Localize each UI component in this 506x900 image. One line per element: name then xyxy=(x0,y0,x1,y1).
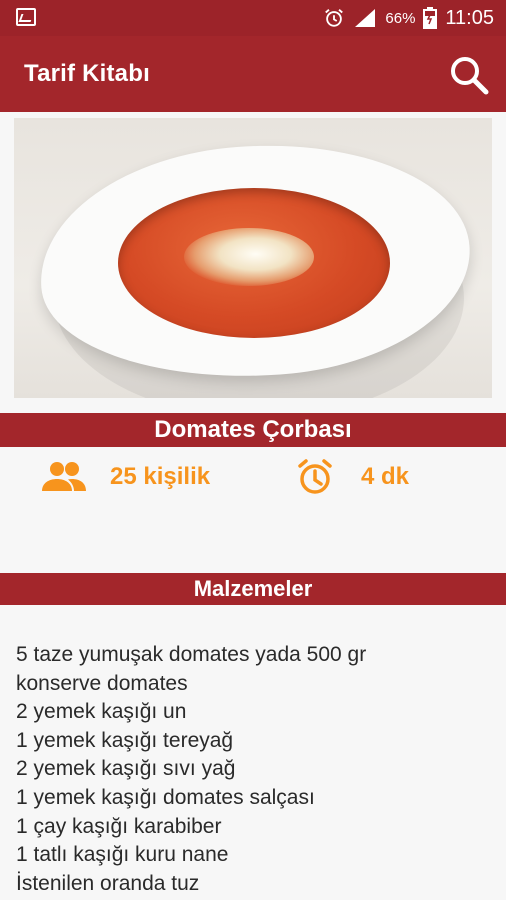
gallery-notification-icon xyxy=(16,8,36,26)
status-bar: 66% 11:05 xyxy=(0,0,506,36)
ingredient-line: 2 yemek kaşığı sıvı yağ xyxy=(16,757,236,781)
status-right: 66% 11:05 xyxy=(323,0,494,36)
search-button[interactable] xyxy=(448,54,490,96)
ingredient-line: 1 yemek kaşığı domates salçası xyxy=(16,785,315,809)
ingredients-heading: Malzemeler xyxy=(0,573,506,605)
alarm-clock-icon xyxy=(298,459,332,494)
ingredient-line: konserve domates xyxy=(16,671,188,695)
ingredients-list: 5 taze yumuşak domates yada 500 gr konse… xyxy=(16,641,496,898)
ingredient-line: 1 yemek kaşığı tereyağ xyxy=(16,728,234,752)
duration-label: 4 dk xyxy=(361,463,410,490)
app-title: Tarif Kitabı xyxy=(24,60,150,87)
alarm-status-icon xyxy=(325,9,344,27)
recipe-title: Domates Çorbası xyxy=(0,413,506,447)
recipe-meta: 25 kişilik 4 dk xyxy=(0,455,506,499)
ingredient-line: İstenilen oranda tuz xyxy=(16,871,200,895)
battery-icon xyxy=(423,7,438,29)
search-icon xyxy=(451,57,489,95)
servings-label: 25 kişilik xyxy=(110,463,211,490)
ingredient-line: 2 yemek kaşığı un xyxy=(16,700,187,724)
recipe-image xyxy=(14,118,492,398)
cheese-garnish xyxy=(184,228,314,286)
ingredient-line: 1 çay kaşığı karabiber xyxy=(16,814,222,838)
ingredient-line: 1 tatlı kaşığı kuru nane xyxy=(16,843,229,867)
clock: 11:05 xyxy=(445,6,494,29)
battery-percent: 66% xyxy=(385,9,416,27)
people-icon xyxy=(42,462,86,491)
signal-icon xyxy=(355,9,376,27)
app-bar: Tarif Kitabı xyxy=(0,36,506,112)
ingredient-line: 5 taze yumuşak domates yada 500 gr xyxy=(16,643,367,666)
